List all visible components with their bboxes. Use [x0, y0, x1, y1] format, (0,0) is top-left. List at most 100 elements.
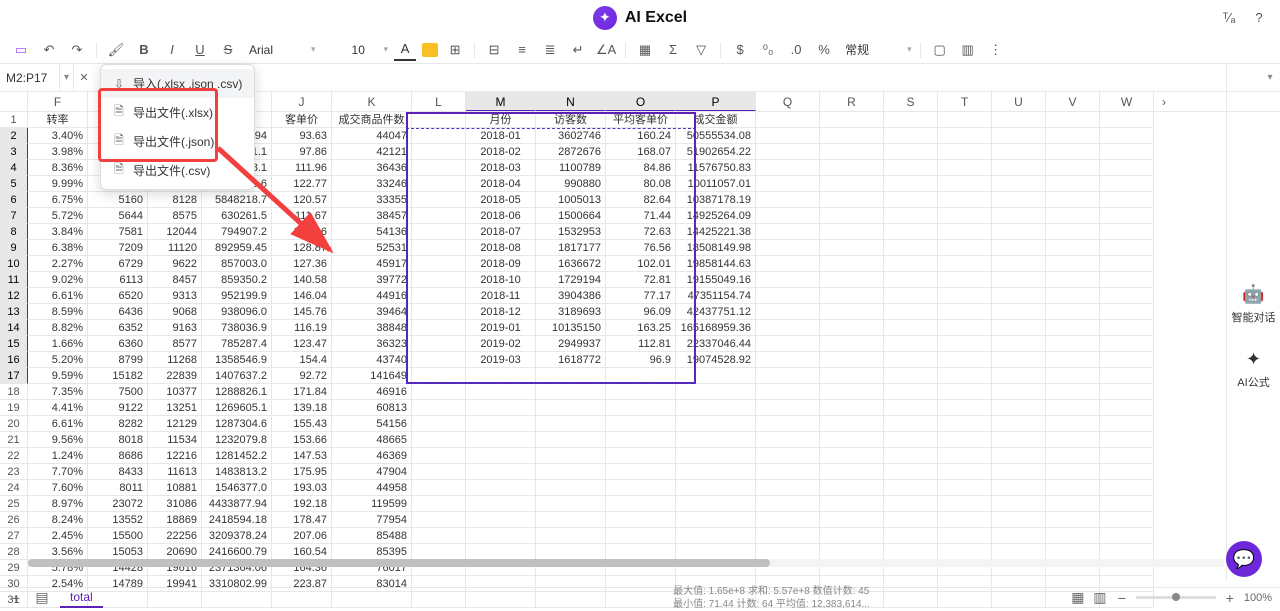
cell[interactable] [466, 512, 536, 528]
cell[interactable]: 2018-09 [466, 256, 536, 272]
row-header[interactable]: 27 [0, 528, 28, 544]
cell[interactable]: 54156 [332, 416, 412, 432]
cell[interactable]: 85488 [332, 528, 412, 544]
cell[interactable] [884, 480, 938, 496]
cell[interactable] [992, 256, 1046, 272]
cell[interactable]: 9.59% [28, 368, 88, 384]
cell[interactable] [820, 192, 884, 208]
cell[interactable] [884, 304, 938, 320]
cell[interactable] [756, 544, 820, 560]
file-open-icon[interactable]: ▭ [10, 39, 32, 61]
cell[interactable] [938, 480, 992, 496]
cell[interactable] [992, 240, 1046, 256]
cell[interactable] [756, 512, 820, 528]
cell[interactable] [884, 368, 938, 384]
cell[interactable]: 77954 [332, 512, 412, 528]
cell[interactable] [606, 512, 676, 528]
cell[interactable]: 1358546.9 [202, 352, 272, 368]
cell[interactable]: 1546377.0 [202, 480, 272, 496]
cell[interactable]: 93.63 [272, 128, 332, 144]
cell[interactable]: 11120 [148, 240, 202, 256]
cell[interactable] [992, 432, 1046, 448]
cell[interactable] [938, 112, 992, 128]
cell[interactable]: 45917 [332, 256, 412, 272]
cell[interactable]: 客单价 [272, 112, 332, 128]
ai-chat-button[interactable]: 🤖 智能对话 [1232, 284, 1276, 325]
row-header[interactable]: 10 [0, 256, 28, 272]
cell[interactable]: 1532953 [536, 224, 606, 240]
cell[interactable] [820, 400, 884, 416]
cell[interactable] [820, 160, 884, 176]
cell[interactable] [606, 448, 676, 464]
cell[interactable] [938, 512, 992, 528]
cell[interactable] [536, 528, 606, 544]
cell[interactable] [1046, 384, 1100, 400]
font-size-select[interactable]: 10 [348, 41, 378, 59]
cell[interactable] [756, 272, 820, 288]
cell[interactable]: 3.98% [28, 144, 88, 160]
cell[interactable] [606, 416, 676, 432]
cell[interactable] [466, 496, 536, 512]
cell[interactable] [938, 208, 992, 224]
cell[interactable]: 2018-02 [466, 144, 536, 160]
cell[interactable]: 2018-06 [466, 208, 536, 224]
cell[interactable] [992, 128, 1046, 144]
cell[interactable] [992, 336, 1046, 352]
cell[interactable] [884, 544, 938, 560]
cell[interactable] [756, 336, 820, 352]
rotate-icon[interactable]: ∠A [595, 39, 617, 61]
cell[interactable]: 2416600.79 [202, 544, 272, 560]
cell[interactable]: 5848218.7 [202, 192, 272, 208]
cell[interactable]: 7581 [88, 224, 148, 240]
cell[interactable] [938, 384, 992, 400]
cell[interactable]: 7.70% [28, 464, 88, 480]
cell[interactable]: 104.86 [272, 224, 332, 240]
cell[interactable]: 72.63 [606, 224, 676, 240]
cell[interactable] [1100, 400, 1154, 416]
cell[interactable] [820, 384, 884, 400]
cell[interactable] [466, 528, 536, 544]
cell[interactable] [884, 176, 938, 192]
cell[interactable]: 794907.2 [202, 224, 272, 240]
cell[interactable]: 1817177 [536, 240, 606, 256]
cell[interactable]: 859350.2 [202, 272, 272, 288]
menu-export-csv[interactable]: 🗎导出文件(.csv) [101, 156, 254, 185]
row-header[interactable]: 24 [0, 480, 28, 496]
row-header[interactable]: 20 [0, 416, 28, 432]
filter-icon[interactable]: ▽ [690, 39, 712, 61]
cell[interactable] [756, 304, 820, 320]
cell[interactable] [1100, 512, 1154, 528]
cell[interactable] [1046, 288, 1100, 304]
cell[interactable]: 22256 [148, 528, 202, 544]
cell[interactable] [756, 352, 820, 368]
cell[interactable] [938, 144, 992, 160]
cell[interactable] [756, 224, 820, 240]
cell[interactable] [992, 400, 1046, 416]
format-painter-icon[interactable]: 🖌 [105, 39, 127, 61]
cell[interactable] [756, 496, 820, 512]
col-header-R[interactable]: R [820, 92, 884, 111]
redo-icon[interactable]: ↷ [66, 39, 88, 61]
cell[interactable]: 76.56 [606, 240, 676, 256]
col-header-Q[interactable]: Q [756, 92, 820, 111]
cell[interactable]: 9.02% [28, 272, 88, 288]
cell[interactable] [676, 368, 756, 384]
cell[interactable]: 2018-04 [466, 176, 536, 192]
sum-icon[interactable]: Σ [662, 39, 684, 61]
cell[interactable] [466, 480, 536, 496]
cell[interactable]: 成交商品件数 [332, 112, 412, 128]
font-color-icon[interactable]: A [394, 39, 416, 61]
cell[interactable] [1100, 368, 1154, 384]
cell[interactable]: 10377 [148, 384, 202, 400]
cell[interactable]: 207.06 [272, 528, 332, 544]
cell[interactable] [1046, 128, 1100, 144]
cell[interactable]: 630261.5 [202, 208, 272, 224]
cell[interactable] [606, 464, 676, 480]
cell[interactable]: 168.07 [606, 144, 676, 160]
cell[interactable]: 165168959.36 [676, 320, 756, 336]
row-header[interactable]: 3 [0, 144, 28, 160]
cell[interactable] [938, 256, 992, 272]
cell[interactable]: 193.03 [272, 480, 332, 496]
cell[interactable] [992, 208, 1046, 224]
cell[interactable]: 175.95 [272, 464, 332, 480]
